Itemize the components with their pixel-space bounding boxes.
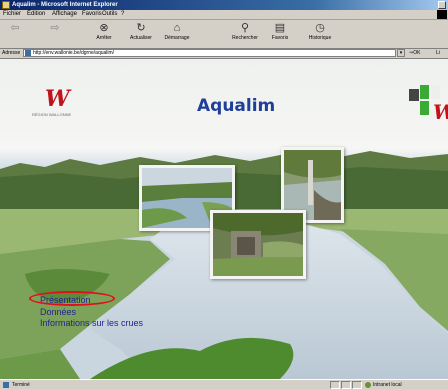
- history-button[interactable]: ◷ Historique: [302, 22, 338, 46]
- history-icon: ◷: [315, 22, 325, 34]
- search-icon: ⚲: [240, 22, 250, 34]
- address-dropdown-icon[interactable]: ▾: [397, 49, 405, 57]
- menu-edition[interactable]: Édition: [27, 11, 45, 18]
- go-button[interactable]: ⇒OK: [409, 50, 420, 56]
- home-button[interactable]: ⌂ Démarrage: [160, 22, 194, 46]
- title-bar: Aqualim - Microsoft Internet Explorer: [0, 0, 448, 10]
- toolbar: ⇦ ⇨ ⊗ Arrêter ↻ Actualiser ⌂ Démarrage ⚲…: [0, 20, 448, 49]
- logo-tagline: RÉGION WALLONNE: [32, 112, 72, 117]
- home-label: Démarrage: [164, 35, 190, 41]
- history-label: Historique: [308, 35, 332, 41]
- address-bar: Adresse http://env.wallonie.be/dgrne/aqu…: [0, 48, 448, 59]
- status-text: Terminé: [12, 382, 30, 388]
- address-field[interactable]: http://env.wallonie.be/dgrne/aqualim/: [23, 49, 396, 57]
- stop-icon: ⊗: [99, 22, 109, 34]
- refresh-button[interactable]: ↻ Actualiser: [124, 22, 158, 46]
- links-button[interactable]: Li: [436, 50, 440, 56]
- photo-sluice: [210, 210, 306, 279]
- intranet-zone-icon: [365, 382, 371, 388]
- status-page-icon: [3, 382, 9, 388]
- window-control-button[interactable]: [438, 1, 446, 9]
- ie-app-icon: [2, 1, 10, 9]
- security-zone-label: Intranet local: [373, 382, 402, 388]
- refresh-label: Actualiser: [130, 35, 152, 41]
- menu-outils[interactable]: Outils: [102, 11, 117, 18]
- status-pane: [341, 381, 351, 389]
- stop-label: Arrêter: [96, 35, 112, 41]
- nav-link-crues[interactable]: Informations sur les crues: [40, 318, 143, 328]
- favorites-label: Favoris: [271, 35, 289, 41]
- nav-link-donnees[interactable]: Données: [40, 307, 76, 317]
- wallonie-logo-icon[interactable]: W: [45, 88, 70, 110]
- go-label: OK: [413, 50, 421, 56]
- menu-bar: Fichier Édition Affichage Favoris Outils…: [0, 10, 448, 20]
- status-pane: [330, 381, 340, 389]
- browser-window: Aqualim - Microsoft Internet Explorer Fi…: [0, 0, 448, 389]
- dgrne-logo-icon[interactable]: W: [409, 83, 448, 123]
- address-url: http://env.wallonie.be/dgrne/aqualim/: [33, 50, 115, 56]
- highlight-annotation: [29, 291, 115, 306]
- page-icon: [25, 50, 31, 56]
- search-button[interactable]: ⚲ Rechercher: [227, 22, 263, 46]
- back-button[interactable]: ⇦: [4, 22, 26, 46]
- ie-logo-icon: [437, 10, 447, 19]
- address-label: Adresse: [2, 50, 21, 56]
- back-arrow-icon: ⇦: [10, 22, 20, 34]
- page-content: W RÉGION WALLONNE Aqualim W: [0, 59, 448, 379]
- menu-help[interactable]: ?: [121, 11, 124, 18]
- status-pane: [352, 381, 362, 389]
- refresh-icon: ↻: [136, 22, 146, 34]
- search-label: Rechercher: [232, 35, 258, 41]
- svg-text:W: W: [433, 100, 448, 123]
- menu-fichier[interactable]: Fichier: [3, 11, 21, 18]
- page-title: Aqualim: [197, 96, 276, 116]
- favorites-icon: ▤: [274, 22, 286, 34]
- forward-button[interactable]: ⇨: [44, 22, 66, 46]
- menu-affichage[interactable]: Affichage: [52, 11, 77, 18]
- home-icon: ⌂: [173, 22, 181, 34]
- menu-favoris[interactable]: Favoris: [82, 11, 102, 18]
- window-title: Aqualim - Microsoft Internet Explorer: [12, 2, 118, 8]
- favorites-button[interactable]: ▤ Favoris: [267, 22, 293, 46]
- stop-button[interactable]: ⊗ Arrêter: [90, 22, 118, 46]
- status-bar: Terminé Intranet local: [0, 379, 448, 389]
- forward-arrow-icon: ⇨: [50, 22, 60, 34]
